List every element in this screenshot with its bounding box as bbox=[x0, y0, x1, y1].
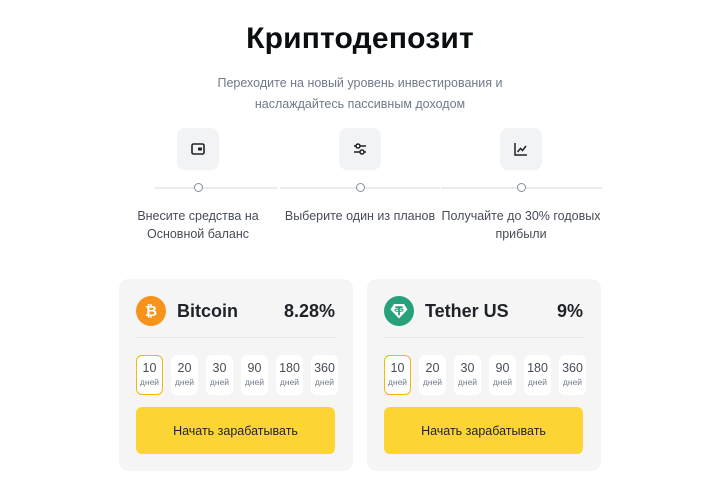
svg-text:₿: ₿ bbox=[145, 302, 157, 320]
page-subtitle: Переходите на новый уровень инвестирован… bbox=[217, 76, 503, 111]
bitcoin-icon: ₿ bbox=[136, 296, 166, 326]
step-dot bbox=[194, 183, 203, 192]
term-unit: дней bbox=[244, 377, 265, 387]
term-unit: дней bbox=[527, 377, 548, 387]
term-number: 20 bbox=[177, 361, 192, 375]
term-unit: дней bbox=[562, 377, 583, 387]
term-option[interactable]: 20 дней bbox=[419, 355, 446, 395]
term-option[interactable]: 180 дней bbox=[276, 355, 303, 395]
term-unit: дней bbox=[139, 377, 160, 387]
step-choose-plan: Выберите один из планов bbox=[280, 128, 440, 223]
term-option[interactable]: 360 дней bbox=[311, 355, 338, 395]
term-option[interactable]: 30 дней bbox=[454, 355, 481, 395]
term-number: 180 bbox=[279, 361, 300, 375]
term-selector: 10 дней 20 дней 30 дней 90 дней 180 дней 360 д… bbox=[136, 355, 338, 395]
divider bbox=[384, 337, 584, 338]
term-number: 10 bbox=[142, 361, 157, 375]
apr-rate: 9% bbox=[556, 301, 583, 321]
step-text: Внесите средства на Основной баланс bbox=[137, 209, 259, 241]
term-unit: дней bbox=[174, 377, 195, 387]
divider bbox=[136, 337, 336, 338]
term-unit: дней bbox=[422, 377, 443, 387]
tether-icon bbox=[384, 296, 414, 326]
line-chart-icon bbox=[500, 128, 542, 170]
term-number: 20 bbox=[425, 361, 440, 375]
term-option[interactable]: 90 дней bbox=[241, 355, 268, 395]
step-deposit: Внесите средства на Основной баланс bbox=[118, 128, 278, 241]
plan-card-bitcoin: ₿ Bitcoin 8.28% 10 дней 20 дней 30 дней 90 д… bbox=[119, 279, 353, 471]
term-unit: дней bbox=[279, 377, 300, 387]
apr-rate: 8.28% bbox=[283, 301, 335, 321]
term-number: 30 bbox=[460, 361, 475, 375]
sliders-icon bbox=[339, 128, 381, 170]
start-earning-button[interactable]: Начать зарабатывать bbox=[384, 407, 583, 454]
step-line bbox=[154, 187, 278, 189]
term-option[interactable]: 90 дней bbox=[489, 355, 516, 395]
term-option[interactable]: 360 дней bbox=[559, 355, 586, 395]
term-option[interactable]: 30 дней bbox=[206, 355, 233, 395]
step-earn: Получайте до 30% годовых прибыли bbox=[441, 128, 602, 241]
term-option[interactable]: 10 дней bbox=[136, 355, 163, 395]
term-unit: дней bbox=[314, 377, 335, 387]
term-number: 90 bbox=[495, 361, 510, 375]
term-option[interactable]: 180 дней bbox=[524, 355, 551, 395]
term-unit: дней bbox=[387, 377, 408, 387]
step-text: Выберите один из планов bbox=[284, 209, 436, 223]
term-number: 360 bbox=[314, 361, 335, 375]
term-number: 90 bbox=[247, 361, 262, 375]
term-number: 180 bbox=[527, 361, 548, 375]
plan-card-tether: Tether US 9% 10 дней 20 дней 30 дней 90 дней… bbox=[367, 279, 601, 471]
step-dot bbox=[517, 183, 526, 192]
term-number: 10 bbox=[390, 361, 405, 375]
term-option[interactable]: 20 дней bbox=[171, 355, 198, 395]
term-unit: дней bbox=[457, 377, 478, 387]
wallet-icon bbox=[177, 128, 219, 170]
term-unit: дней bbox=[492, 377, 513, 387]
term-number: 360 bbox=[562, 361, 583, 375]
start-earning-button[interactable]: Начать зарабатывать bbox=[136, 407, 335, 454]
step-text: Получайте до 30% годовых прибыли bbox=[441, 209, 601, 241]
term-unit: дней bbox=[209, 377, 230, 387]
term-option[interactable]: 10 дней bbox=[384, 355, 411, 395]
coin-name: Bitcoin bbox=[177, 301, 238, 321]
page-title: Криптодепозит bbox=[246, 22, 474, 55]
term-selector: 10 дней 20 дней 30 дней 90 дней 180 дней 360 д… bbox=[384, 355, 586, 395]
term-number: 30 bbox=[212, 361, 227, 375]
step-dot bbox=[356, 183, 365, 192]
coin-name: Tether US bbox=[425, 301, 509, 321]
